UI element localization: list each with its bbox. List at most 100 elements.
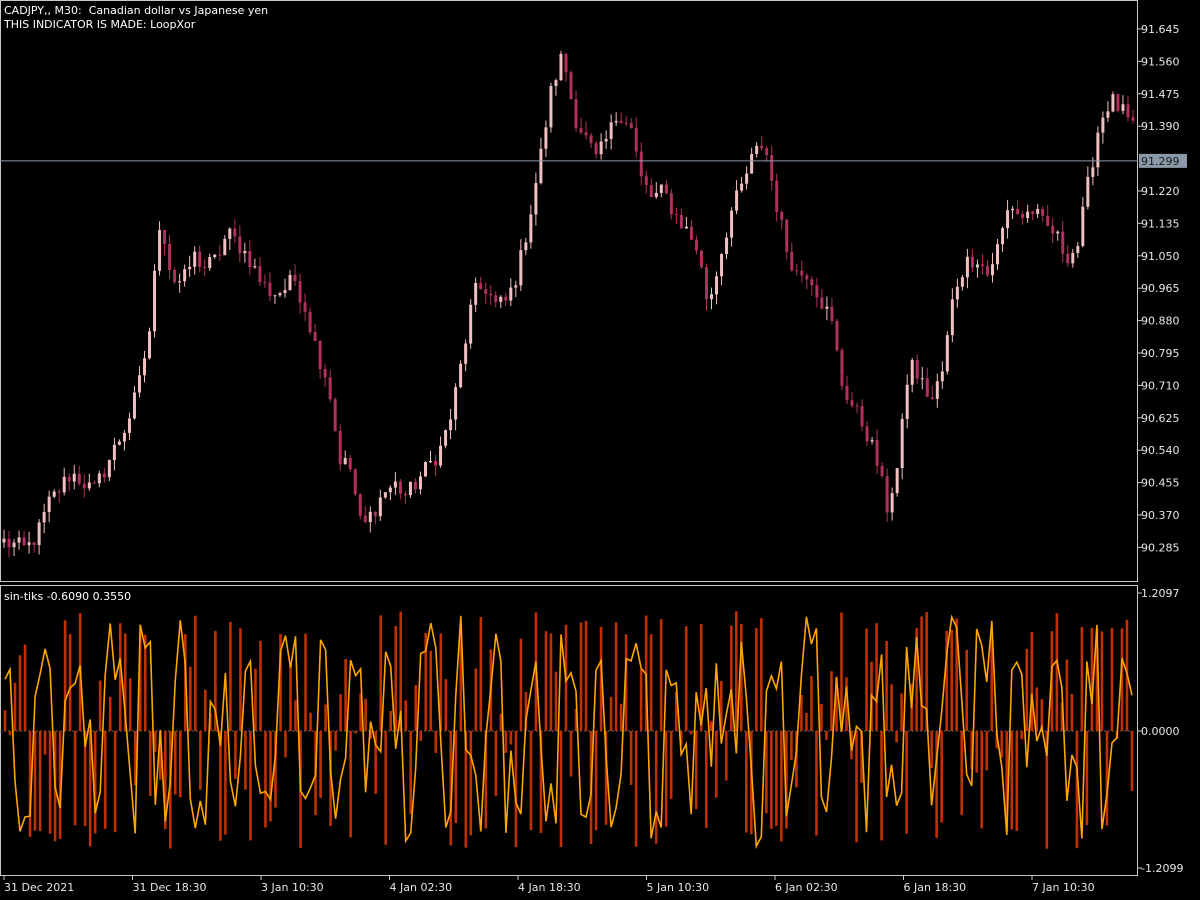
histogram-bar [664, 731, 668, 827]
candle-body [815, 285, 819, 298]
histogram-bar [474, 668, 478, 731]
histogram-bar [128, 678, 132, 731]
histogram-bar [855, 731, 858, 843]
candle-body [790, 251, 794, 271]
candle-body [895, 467, 899, 494]
candle-body [363, 515, 367, 522]
candle-body [699, 250, 703, 268]
histogram-bar [875, 623, 878, 731]
histogram-bar [649, 634, 653, 731]
candle-body [1116, 94, 1120, 111]
time-tick-label: 6 Jan 18:30 [904, 881, 967, 894]
candle-body [338, 430, 342, 465]
candle-body [233, 228, 237, 237]
price-tick-label: 91.390 [1141, 120, 1180, 133]
histogram-bar [239, 628, 242, 731]
histogram-bar [569, 731, 573, 777]
candle-body [218, 254, 222, 256]
candle-body [1096, 132, 1100, 168]
candle-body [559, 53, 563, 81]
histogram-bar [790, 731, 793, 761]
candle-body [383, 492, 387, 498]
candle-body [659, 184, 663, 193]
candle-body [835, 320, 839, 351]
candle-body [132, 392, 136, 419]
candle-body [293, 274, 297, 282]
candle-body [7, 538, 11, 548]
price-axis: 91.645 91.560 91.475 91.390 91.220 91.135 91.0… [1138, 23, 1180, 554]
candle-body [57, 491, 61, 493]
candle-body [950, 299, 954, 336]
histogram-bar [509, 731, 513, 745]
histogram-bar [364, 698, 367, 731]
candle-body [223, 238, 227, 256]
histogram-bar [419, 731, 423, 741]
candle-body [459, 363, 463, 388]
histogram-bar [469, 731, 473, 836]
histogram-bar [409, 731, 413, 815]
histogram-bar [745, 731, 748, 833]
candle-body [544, 127, 548, 149]
histogram-bar [930, 731, 933, 768]
histogram-bar [519, 638, 523, 731]
histogram-bar [48, 731, 52, 834]
main-pane[interactable] [0, 0, 1138, 582]
candle-body [77, 473, 81, 484]
histogram-bar [379, 615, 382, 731]
histogram-bar [179, 731, 182, 798]
candle-body [910, 359, 914, 385]
candle-body [750, 153, 754, 174]
candle-body [42, 512, 46, 523]
candle-body [1026, 211, 1030, 218]
candle-body [17, 537, 21, 543]
candle-body [163, 230, 167, 244]
histogram-bar [38, 731, 42, 832]
histogram-bar [780, 731, 783, 842]
histogram-bar [689, 731, 693, 735]
histogram-bar [830, 671, 833, 731]
candle-body [654, 192, 658, 198]
price-tick-label: 90.455 [1141, 477, 1180, 490]
histogram-bar [194, 615, 197, 731]
candle-body [1046, 215, 1050, 226]
candle-body [198, 251, 202, 267]
candle-body [689, 226, 693, 240]
current-price-label: 91.299 [1141, 155, 1180, 168]
candle-body [639, 151, 643, 177]
histogram-bar [349, 731, 352, 838]
histogram-bar [284, 731, 287, 758]
histogram-bar [108, 696, 112, 731]
candle-body [564, 53, 568, 73]
candle-body [534, 183, 538, 215]
histogram-bar [694, 731, 698, 810]
candle-body [770, 155, 774, 181]
candle-body [820, 297, 824, 309]
candle-body [664, 184, 668, 194]
candle-body [92, 482, 96, 484]
histogram-bar [174, 731, 177, 795]
candle-body [810, 279, 814, 286]
histogram-bar [199, 731, 202, 790]
histogram-bar [940, 731, 943, 823]
candle-body [870, 440, 874, 442]
histogram-bar [760, 618, 763, 731]
histogram-bar [634, 731, 638, 847]
candle-body [730, 210, 734, 238]
histogram-bar [659, 619, 663, 731]
time-tick-label: 31 Dec 2021 [4, 881, 74, 894]
histogram-bar [324, 704, 327, 731]
histogram-bar [289, 663, 292, 731]
candle-body [403, 493, 407, 496]
histogram-bar [619, 703, 623, 731]
histogram-bar [684, 626, 688, 731]
candle-body [900, 418, 904, 468]
candle-body [845, 385, 849, 401]
candle-body [32, 542, 36, 545]
candle-body [825, 306, 829, 309]
candle-body [710, 294, 714, 300]
histogram-bar [148, 731, 152, 796]
chart-canvas[interactable]: 91.645 91.560 91.475 91.390 91.220 91.135 91.0… [0, 0, 1200, 900]
candle-body [735, 190, 739, 211]
histogram-bar [865, 628, 868, 731]
histogram-bar [269, 731, 272, 822]
